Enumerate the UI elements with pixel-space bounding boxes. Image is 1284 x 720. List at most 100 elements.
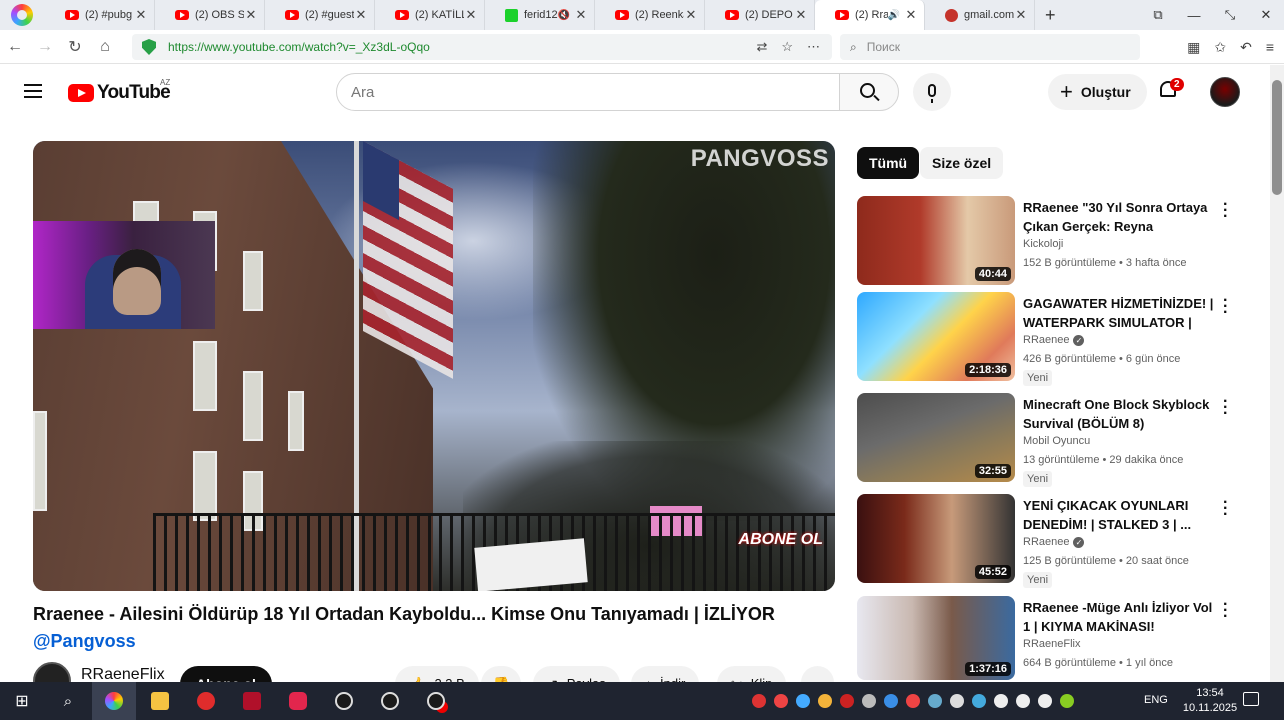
recommendation-channel[interactable]: Mobil Oyuncu <box>1023 435 1090 447</box>
account-avatar[interactable] <box>1210 77 1240 107</box>
recommendation-item[interactable]: 32:55 Minecraft One Block Skyblock Survi… <box>857 393 1247 487</box>
kebab-menu-icon[interactable]: · · · <box>1223 597 1229 625</box>
minimize-icon[interactable]: — <box>1176 8 1212 23</box>
scrollbar-thumb[interactable] <box>1272 80 1282 195</box>
browser-tab[interactable]: (2) #guest ✕ <box>265 0 375 30</box>
tray-icon[interactable] <box>972 694 986 708</box>
tray-icon[interactable] <box>884 694 898 708</box>
video-thumbnail[interactable]: 40:44 <box>857 196 1015 285</box>
taskbar-browser[interactable] <box>92 682 136 720</box>
more-dots-icon[interactable]: ⋯ <box>807 39 820 55</box>
recommendation-title[interactable]: YENİ ÇIKACAK OYUNLARI DENEDİM! | STALKED… <box>1023 496 1219 534</box>
taskbar-recorder[interactable] <box>276 682 320 720</box>
recommendation-item[interactable]: 2:18:36 GAGAWATER HİZMETİNİZDE! | WATERP… <box>857 292 1247 386</box>
video-thumbnail[interactable]: 32:55 <box>857 393 1015 482</box>
search-box[interactable] <box>336 73 840 111</box>
close-tab-icon[interactable]: ✕ <box>134 7 148 23</box>
close-tab-icon[interactable]: ✕ <box>904 7 918 23</box>
browser-tab[interactable]: ferid12 🔇 ✕ <box>485 0 595 30</box>
tray-icon[interactable] <box>752 694 766 708</box>
undo-icon[interactable]: ↶ <box>1240 39 1252 56</box>
new-tab-icon[interactable]: + <box>1045 5 1056 26</box>
browser-tab[interactable]: gmail.com ✕ <box>925 0 1035 30</box>
close-tab-icon[interactable]: ✕ <box>684 7 698 23</box>
recommendation-title[interactable]: GAGAWATER HİZMETİNİZDE! | WATERPARK SIMU… <box>1023 294 1219 332</box>
notifications-button[interactable]: 2 <box>1160 78 1184 101</box>
start-button[interactable]: ⊞ <box>0 682 44 720</box>
taskbar-file-explorer[interactable] <box>138 682 182 720</box>
video-hashtag[interactable]: @Pangvoss <box>33 631 136 652</box>
search-button[interactable] <box>839 73 899 111</box>
taskbar-search[interactable]: ⌕ <box>46 682 90 720</box>
browser-tab[interactable]: (2) KATİLL ✕ <box>375 0 485 30</box>
translate-icon[interactable]: ⇄ <box>756 39 767 55</box>
language-indicator[interactable]: ENG <box>1144 694 1168 706</box>
home-icon[interactable]: ⌂ <box>90 38 120 56</box>
forward-icon[interactable]: → <box>30 38 60 56</box>
hamburger-menu-icon[interactable] <box>24 84 42 98</box>
browser-tab[interactable]: (2) OBS St ✕ <box>155 0 265 30</box>
bookmark-star-icon[interactable]: ☆ <box>781 39 793 55</box>
url-text[interactable]: https://www.youtube.com/watch?v=_Xz3dL-o… <box>168 40 756 54</box>
browser-tab[interactable]: (2) Reenka ✕ <box>595 0 705 30</box>
speaker-icon[interactable]: 🔊 <box>888 10 900 21</box>
taskbar-obs-1[interactable] <box>322 682 366 720</box>
recommendation-channel[interactable]: Kickoloji <box>1023 238 1063 250</box>
recommendation-channel[interactable]: RRaenee ✓ <box>1023 536 1085 548</box>
browser-tab[interactable]: (2) #pubg ✕ <box>45 0 155 30</box>
tray-icon[interactable] <box>906 694 920 708</box>
close-tab-icon[interactable]: ✕ <box>574 7 588 23</box>
chip-all[interactable]: Tümü <box>857 147 920 179</box>
back-icon[interactable]: ← <box>0 38 30 56</box>
recommendation-title[interactable]: RRaenee "30 Yıl Sonra Ortaya Çıkan Gerçe… <box>1023 198 1219 236</box>
create-button[interactable]: + Oluştur <box>1048 74 1147 110</box>
recommendation-item[interactable]: 40:44 RRaenee "30 Yıl Sonra Ortaya Çıkan… <box>857 196 1247 288</box>
taskbar-obs-2[interactable] <box>368 682 412 720</box>
close-tab-icon[interactable]: ✕ <box>464 7 478 23</box>
chip-for-you[interactable]: Size özel <box>920 147 1004 179</box>
recommendation-channel[interactable]: RRaeneFlix <box>1023 638 1080 650</box>
close-tab-icon[interactable]: ✕ <box>354 7 368 23</box>
speaker-icon[interactable] <box>1016 694 1030 708</box>
tray-icon[interactable] <box>818 694 832 708</box>
recommendation-title[interactable]: Minecraft One Block Skyblock Survival (B… <box>1023 395 1219 433</box>
video-thumbnail[interactable]: 1:37:16 <box>857 596 1015 680</box>
browser-logo-icon[interactable] <box>11 4 33 26</box>
page-scrollbar[interactable] <box>1270 65 1284 682</box>
recommendation-channel[interactable]: RRaenee ✓ <box>1023 334 1085 346</box>
voice-search-button[interactable] <box>913 73 951 111</box>
recommendation-item[interactable]: 45:52 YENİ ÇIKACAK OYUNLARI DENEDİM! | S… <box>857 494 1247 588</box>
recommendation-title[interactable]: RRaenee -Müge Anlı İzliyor Vol 1 | KIYMA… <box>1023 598 1219 636</box>
browser-tab-active[interactable]: (2) Rra 🔊 ✕ <box>815 0 925 30</box>
notification-center-icon[interactable] <box>1243 692 1259 706</box>
video-thumbnail[interactable]: 45:52 <box>857 494 1015 583</box>
close-window-icon[interactable]: ✕ <box>1248 7 1284 23</box>
favorites-icon[interactable]: ✩ <box>1214 39 1226 56</box>
url-field[interactable]: https://www.youtube.com/watch?v=_Xz3dL-o… <box>132 34 832 60</box>
wifi-icon[interactable] <box>994 694 1008 708</box>
muted-speaker-icon[interactable]: 🔇 <box>558 10 570 21</box>
apps-grid-icon[interactable]: ▦ <box>1187 39 1200 56</box>
kebab-menu-icon[interactable]: · · · <box>1223 495 1229 523</box>
kebab-menu-icon[interactable]: · · · <box>1223 293 1229 321</box>
clock[interactable]: 13:54 10.11.2025 <box>1180 686 1240 716</box>
search-input[interactable] <box>351 83 839 101</box>
kebab-menu-icon[interactable]: · · · <box>1223 394 1229 422</box>
browser-search-field[interactable]: ⌕ Поиск <box>840 34 1140 60</box>
taskbar-yandex[interactable] <box>184 682 228 720</box>
restore-icon[interactable]: ⤡ <box>1212 7 1248 23</box>
tray-icon[interactable] <box>950 694 964 708</box>
close-tab-icon[interactable]: ✕ <box>794 7 808 23</box>
browser-menu-icon[interactable]: ≡ <box>1266 39 1274 55</box>
close-tab-icon[interactable]: ✕ <box>244 7 258 23</box>
youtube-logo[interactable]: YouTube AZ <box>68 78 171 104</box>
reload-icon[interactable]: ↻ <box>60 37 90 57</box>
close-tab-icon[interactable]: ✕ <box>1014 7 1028 23</box>
tray-icon[interactable] <box>862 694 876 708</box>
tray-icon[interactable] <box>928 694 942 708</box>
video-thumbnail[interactable]: 2:18:36 <box>857 292 1015 381</box>
taskbar-obs-3[interactable] <box>414 682 458 720</box>
tab-list-icon[interactable]: ⧉ <box>1140 7 1176 23</box>
video-player[interactable]: PANGVOSS ABONE OL <box>33 141 835 591</box>
browser-tab[interactable]: (2) DEPO ✕ <box>705 0 815 30</box>
